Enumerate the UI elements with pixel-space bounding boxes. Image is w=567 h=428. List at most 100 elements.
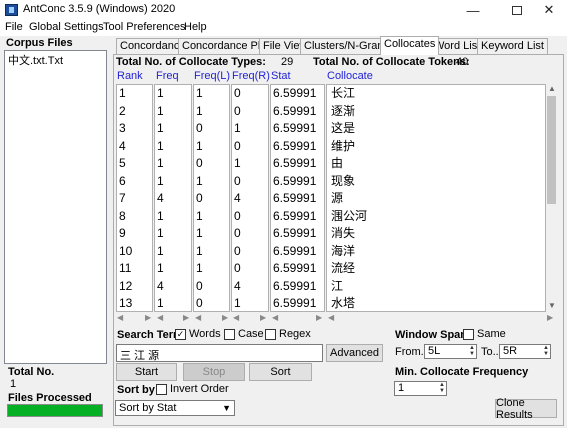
freq-right-cell[interactable]: 0 [232, 260, 268, 278]
clone-results-button[interactable]: Clone Results [495, 397, 557, 421]
menu-tool-preferences[interactable]: Tool Preferences [103, 21, 186, 33]
freq-left-cell[interactable]: 1 [194, 225, 229, 243]
maximize-button[interactable] [499, 0, 535, 20]
scroll-right-icon[interactable]: ▶ [145, 313, 151, 322]
column-header-freq[interactable]: Freq [156, 70, 179, 82]
scroll-left-icon[interactable]: ◀ [272, 313, 278, 322]
rank-cell[interactable]: 5 [117, 155, 152, 173]
freq-right-cell[interactable]: 0 [232, 103, 268, 121]
stat-cell[interactable]: 6.59991 [271, 85, 324, 103]
corpus-file-list[interactable]: 中文.txt.Txt [4, 50, 107, 364]
close-button[interactable]: ✕ [531, 0, 567, 20]
stat-column[interactable]: 6.59991 6.59991 6.59991 6.59991 6.59991 6.599… [270, 84, 325, 312]
menu-help[interactable]: Help [184, 21, 207, 33]
stat-cell[interactable]: 6.59991 [271, 260, 324, 278]
stat-cell[interactable]: 6.59991 [271, 173, 324, 191]
collocate-cell[interactable]: 维护 [327, 138, 545, 156]
scroll-left-icon[interactable]: ◀ [328, 313, 334, 322]
stat-cell[interactable]: 6.59991 [271, 103, 324, 121]
scroll-thumb[interactable] [547, 96, 556, 204]
freq-left-cell[interactable]: 0 [194, 155, 229, 173]
freq-cell[interactable]: 1 [155, 295, 191, 311]
start-button[interactable]: Start [116, 363, 177, 381]
rank-cell[interactable]: 6 [117, 173, 152, 191]
corpus-file-item[interactable]: 中文.txt.Txt [8, 52, 63, 68]
column-header-rank[interactable]: Rank [117, 70, 143, 82]
stepper-arrows-icon[interactable]: ▲ ▼ [543, 345, 549, 357]
scroll-up-icon[interactable]: ▲ [548, 84, 556, 93]
freq-right-cell[interactable]: 1 [232, 295, 268, 311]
collocate-cell[interactable]: 源 [327, 190, 545, 208]
freq-left-column[interactable]: 1101010111100 [193, 84, 230, 312]
collocate-cell[interactable]: 逐渐 [327, 103, 545, 121]
freq-left-cell[interactable]: 1 [194, 260, 229, 278]
freq-left-cell[interactable]: 1 [194, 208, 229, 226]
column-header-freq-r[interactable]: Freq(R) [232, 70, 270, 82]
scroll-right-icon[interactable]: ▶ [222, 313, 228, 322]
freq-cell[interactable]: 1 [155, 208, 191, 226]
regex-checkbox[interactable] [265, 329, 276, 340]
invert-order-checkbox[interactable] [156, 384, 167, 395]
freq-cell[interactable]: 1 [155, 138, 191, 156]
stop-button[interactable]: Stop [183, 363, 245, 381]
case-checkbox[interactable] [224, 329, 235, 340]
stat-cell[interactable]: 6.59991 [271, 225, 324, 243]
scroll-right-icon[interactable]: ▶ [183, 313, 189, 322]
collocate-cell[interactable]: 长江 [327, 85, 545, 103]
stepper-arrows-icon[interactable]: ▲ ▼ [469, 345, 475, 357]
rank-column[interactable]: 1 2 3 4 5 6 7 8 9 10 11 12 13 [116, 84, 153, 312]
stat-cell[interactable]: 6.59991 [271, 295, 324, 311]
rank-cell[interactable]: 9 [117, 225, 152, 243]
freq-cell[interactable]: 4 [155, 190, 191, 208]
freq-left-cell[interactable]: 0 [194, 120, 229, 138]
minimize-button[interactable]: — [455, 0, 491, 20]
freq-right-cell[interactable]: 4 [232, 278, 268, 296]
freq-right-cell[interactable]: 0 [232, 85, 268, 103]
words-checkbox[interactable]: ✓ [175, 329, 186, 340]
freq-cell[interactable]: 1 [155, 155, 191, 173]
collocate-cell[interactable]: 流经 [327, 260, 545, 278]
collocate-column[interactable]: 长江 逐渐 这是 维护由现象源涠公河 消失 海洋 流经江水塔 [326, 84, 546, 312]
span-from-stepper[interactable]: 5L ▲ ▼ [424, 344, 477, 359]
rank-cell[interactable]: 3 [117, 120, 152, 138]
tab-collocates[interactable]: Collocates [380, 36, 440, 55]
collocate-cell[interactable]: 现象 [327, 173, 545, 191]
advanced-button[interactable]: Advanced [326, 344, 383, 362]
freq-left-cell[interactable]: 1 [194, 138, 229, 156]
stepper-arrows-icon[interactable]: ▲ ▼ [439, 382, 445, 394]
freq-cell[interactable]: 1 [155, 243, 191, 261]
rank-cell[interactable]: 13 [117, 295, 152, 311]
freq-left-cell[interactable]: 1 [194, 173, 229, 191]
stat-cell[interactable]: 6.59991 [271, 208, 324, 226]
collocate-cell[interactable]: 涠公河 [327, 208, 545, 226]
collocate-cell[interactable]: 海洋 [327, 243, 545, 261]
freq-cell[interactable]: 1 [155, 120, 191, 138]
freq-right-cell[interactable]: 0 [232, 138, 268, 156]
collocate-cell[interactable]: 水塔 [327, 295, 545, 311]
freq-column[interactable]: 1111114111141 [154, 84, 192, 312]
stat-cell[interactable]: 6.59991 [271, 120, 324, 138]
freq-right-cell[interactable]: 1 [232, 155, 268, 173]
collocate-cell[interactable]: 江 [327, 278, 545, 296]
rank-cell[interactable]: 8 [117, 208, 152, 226]
span-to-stepper[interactable]: 5R ▲ ▼ [499, 344, 551, 359]
scroll-right-icon[interactable]: ▶ [547, 313, 553, 322]
scroll-down-icon[interactable]: ▼ [548, 301, 556, 310]
freq-right-column[interactable]: 0010104000041 [231, 84, 269, 312]
freq-cell[interactable]: 1 [155, 85, 191, 103]
freq-left-cell[interactable]: 1 [194, 85, 229, 103]
freq-cell[interactable]: 4 [155, 278, 191, 296]
search-term-input[interactable]: 三 江 源 [116, 344, 323, 362]
sort-button[interactable]: Sort [249, 363, 312, 381]
scroll-left-icon[interactable]: ◀ [157, 313, 163, 322]
menu-global-settings[interactable]: Global Settings [29, 21, 104, 33]
collocate-cell[interactable]: 由 [327, 155, 545, 173]
freq-right-cell[interactable]: 0 [232, 243, 268, 261]
freq-right-cell[interactable]: 1 [232, 120, 268, 138]
stat-cell[interactable]: 6.59991 [271, 190, 324, 208]
freq-left-cell[interactable]: 0 [194, 190, 229, 208]
scroll-right-icon[interactable]: ▶ [260, 313, 266, 322]
column-header-freq-l[interactable]: Freq(L) [194, 70, 230, 82]
scroll-left-icon[interactable]: ◀ [233, 313, 239, 322]
freq-left-cell[interactable]: 1 [194, 243, 229, 261]
